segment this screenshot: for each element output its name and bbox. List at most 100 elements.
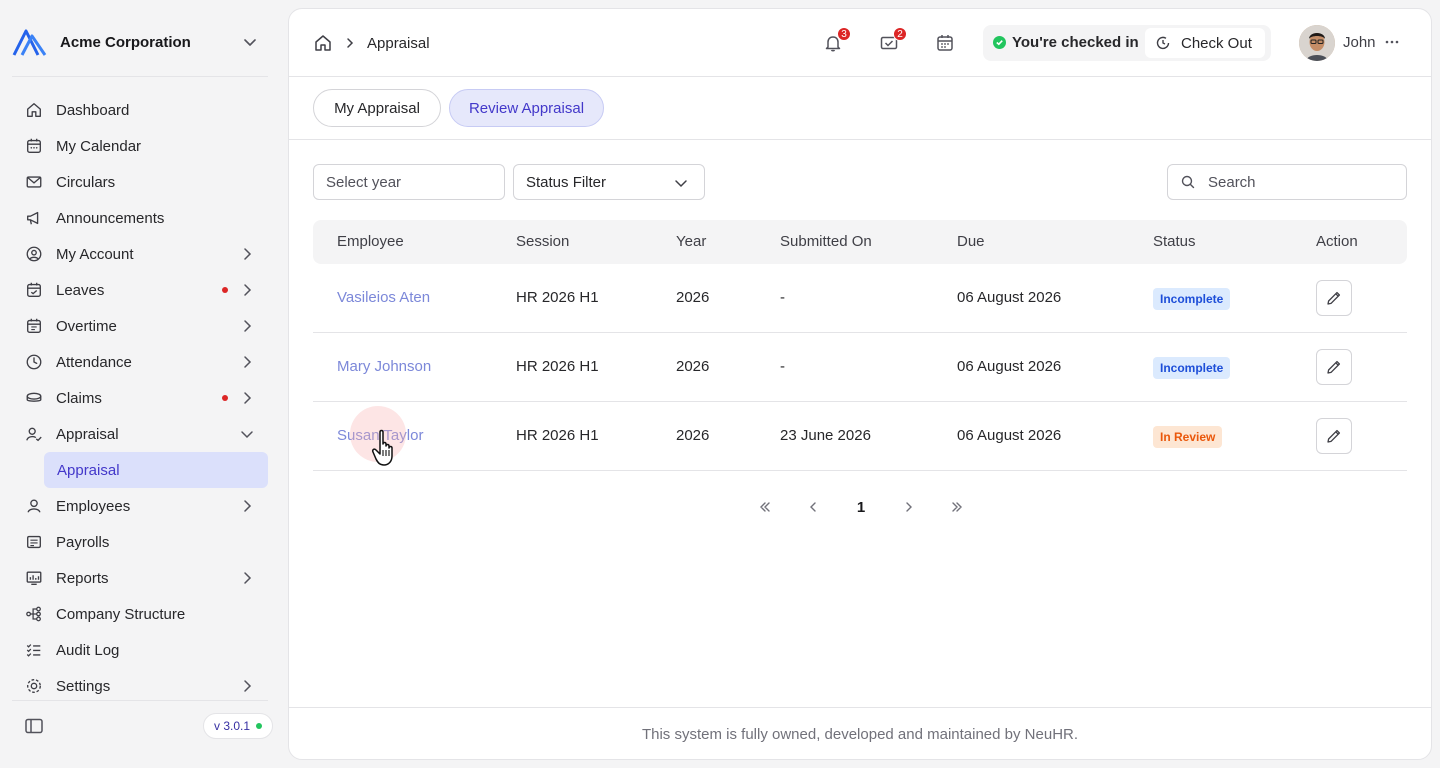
sidebar-item-label: Leaves (56, 281, 105, 299)
sidebar-item-overtime[interactable]: Overtime (12, 308, 268, 344)
org-switcher[interactable]: Acme Corporation (12, 22, 268, 62)
avatar[interactable] (1299, 25, 1335, 61)
chevron-right-icon (906, 502, 912, 512)
sidebar-item-label: Reports (56, 569, 109, 587)
chevron-right-icon (244, 392, 252, 404)
more-horizontal-icon[interactable] (1383, 33, 1401, 51)
user-photo-icon (1299, 25, 1335, 61)
employee-link[interactable]: Susan Taylor (337, 427, 423, 444)
sidebar-item-employees[interactable]: Employees (12, 488, 268, 524)
next-page-button[interactable] (897, 495, 921, 519)
sidebar-item-appraisal[interactable]: Appraisal (12, 416, 268, 452)
breadcrumb-current: Appraisal (367, 34, 430, 52)
chevron-down-icon (241, 431, 253, 439)
sidebar-item-leaves[interactable]: Leaves (12, 272, 268, 308)
sidebar-toggle-icon[interactable] (24, 716, 44, 736)
sidebar-item-announcements[interactable]: Announcements (12, 200, 268, 236)
chevron-right-icon (244, 284, 252, 296)
notification-dot (222, 395, 228, 401)
sidebar-item-company-structure[interactable]: Company Structure (12, 596, 268, 632)
tab-review-appraisal[interactable]: Review Appraisal (449, 89, 604, 127)
checkin-widget: You're checked in Check Out (983, 25, 1271, 61)
chart-icon (24, 568, 44, 588)
year-select[interactable]: Select year (313, 164, 505, 200)
notifications-button[interactable]: 3 (823, 27, 851, 53)
status-filter-dropdown[interactable]: Status Filter (513, 164, 705, 200)
org-name: Acme Corporation (60, 33, 191, 51)
due-cell: 06 August 2026 (957, 427, 1062, 444)
mail-icon (24, 172, 44, 192)
filter-bar: Select year Status Filter Search (313, 164, 1407, 200)
sidebar-item-dashboard[interactable]: Dashboard (12, 92, 268, 128)
tab-my-appraisal[interactable]: My Appraisal (313, 89, 441, 127)
home-icon (24, 100, 44, 120)
divider (12, 76, 268, 77)
sidebar-item-label: Overtime (56, 317, 117, 335)
session-cell: HR 2026 H1 (516, 289, 599, 306)
calendar-button[interactable] (935, 33, 955, 53)
sidebar-item-label: My Account (56, 245, 134, 263)
sidebar-item-reports[interactable]: Reports (12, 560, 268, 596)
sidebar-item-circulars[interactable]: Circulars (12, 164, 268, 200)
column-header: Year (676, 233, 707, 250)
chevron-down-icon (675, 180, 687, 188)
sidebar-item-my-calendar[interactable]: My Calendar (12, 128, 268, 164)
page-number-current[interactable]: 1 (849, 495, 873, 519)
user-name[interactable]: John (1343, 34, 1376, 51)
first-page-button[interactable] (753, 495, 777, 519)
edit-button[interactable] (1316, 418, 1352, 454)
search-input[interactable]: Search (1167, 164, 1407, 200)
sidebar-item-label: Appraisal (56, 425, 119, 443)
year-cell: 2026 (676, 427, 710, 444)
employee-link[interactable]: Mary Johnson (337, 358, 431, 375)
messages-count: 2 (893, 27, 907, 41)
sidebar-item-claims[interactable]: Claims (12, 380, 268, 416)
check-out-button[interactable]: Check Out (1145, 28, 1265, 58)
prev-page-button[interactable] (801, 495, 825, 519)
sidebar-item-settings[interactable]: Settings (12, 668, 268, 696)
session-cell: HR 2026 H1 (516, 358, 599, 375)
sidebar-item-label: Audit Log (56, 641, 120, 659)
chevron-right-icon (244, 248, 252, 260)
column-header: Action (1316, 233, 1358, 250)
pencil-icon (1327, 360, 1341, 374)
sidebar-item-label: Claims (56, 389, 102, 407)
receipt-icon (24, 532, 44, 552)
checked-in-text: You're checked in (1012, 34, 1139, 51)
topbar: Appraisal 3 2 You're checked in Check Ou… (289, 9, 1431, 77)
employee-link[interactable]: Vasileios Aten (337, 289, 430, 306)
status-badge: In Review (1153, 426, 1223, 448)
appraisal-table: Employee Session Year Submitted On Due S… (313, 220, 1407, 471)
sidebar-item-my-account[interactable]: My Account (12, 236, 268, 272)
chevrons-right-icon (952, 502, 962, 512)
sidebar-item-attendance[interactable]: Attendance (12, 344, 268, 380)
table-row: Susan Taylor HR 2026 H1 2026 23 June 202… (313, 402, 1407, 471)
chevron-down-icon[interactable] (240, 32, 260, 52)
last-page-button[interactable] (945, 495, 969, 519)
sidebar-item-label: Attendance (56, 353, 132, 371)
column-header: Session (516, 233, 570, 250)
sidebar-subitem-label: Appraisal (57, 461, 120, 479)
column-header: Employee (337, 233, 404, 250)
edit-button[interactable] (1316, 349, 1352, 385)
messages-button[interactable]: 2 (879, 27, 907, 53)
submitted-cell: - (780, 289, 785, 306)
sidebar-subitem-appraisal[interactable]: Appraisal (44, 452, 268, 488)
search-icon (1181, 175, 1195, 189)
divider (12, 700, 268, 701)
check-out-label: Check Out (1181, 34, 1252, 52)
column-header: Due (957, 233, 985, 250)
sidebar-item-label: Payrolls (56, 533, 110, 551)
sidebar-item-audit-log[interactable]: Audit Log (12, 632, 268, 668)
user-check-icon (24, 424, 44, 444)
footer-text: This system is fully owned, developed an… (641, 726, 1079, 743)
chevrons-left-icon (760, 502, 770, 512)
user-circle-icon (24, 244, 44, 264)
edit-button[interactable] (1316, 280, 1352, 316)
sidebar-item-payrolls[interactable]: Payrolls (12, 524, 268, 560)
pencil-icon (1327, 291, 1341, 305)
calendar-icon (24, 136, 44, 156)
clock-arrow-icon (1156, 36, 1170, 50)
home-icon[interactable] (313, 33, 333, 53)
sidebar-item-label: My Calendar (56, 137, 142, 155)
